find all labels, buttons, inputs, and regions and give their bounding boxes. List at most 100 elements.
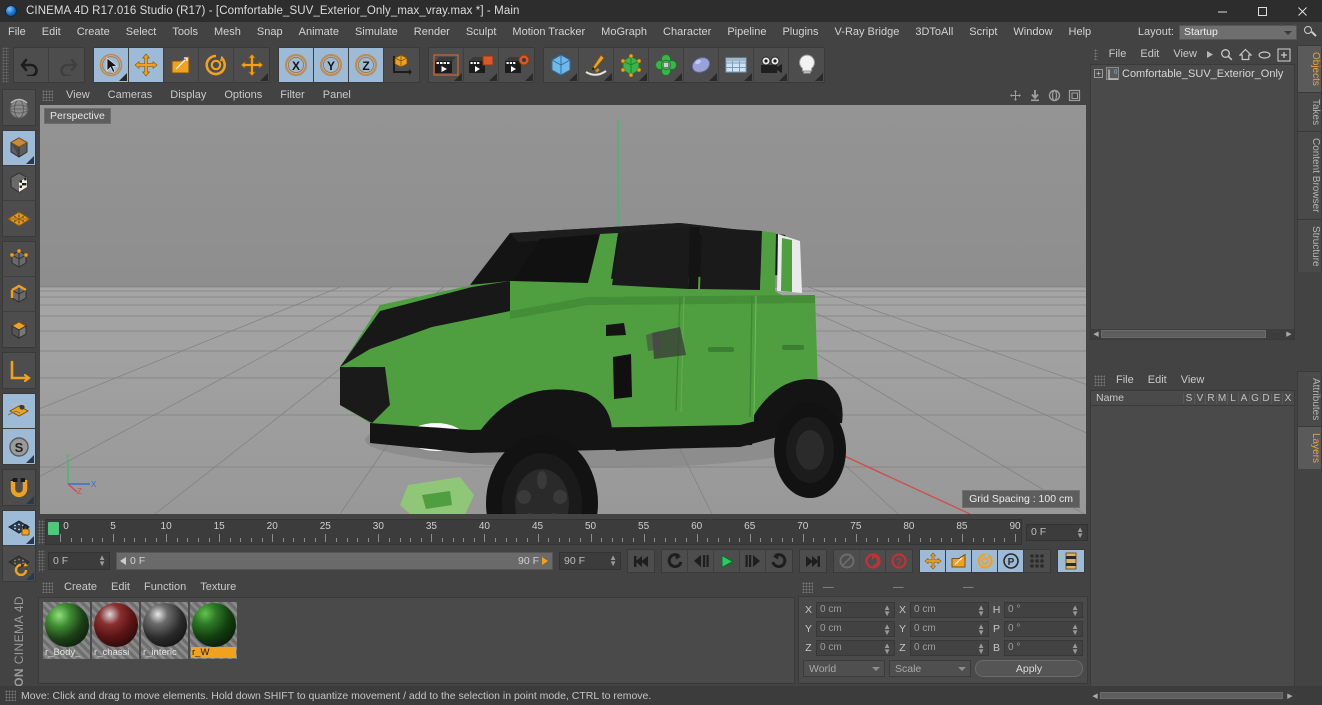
material-item[interactable]: r_interic bbox=[141, 602, 188, 659]
column-name[interactable]: Name bbox=[1091, 392, 1183, 404]
tab-structure[interactable]: Structure bbox=[1297, 218, 1322, 273]
move-axis-tool[interactable] bbox=[234, 48, 269, 82]
parameter-key-button[interactable]: P bbox=[998, 550, 1024, 572]
layers-menu-edit[interactable]: Edit bbox=[1141, 371, 1174, 390]
column-g[interactable]: G bbox=[1249, 392, 1260, 404]
bottom-right-scrollbar[interactable]: ◀ ▶ bbox=[1090, 690, 1295, 701]
scroll-left-icon[interactable]: ◀ bbox=[1090, 691, 1100, 701]
scroll-right-icon[interactable]: ▶ bbox=[1285, 691, 1295, 701]
texture-mode-button[interactable] bbox=[3, 166, 35, 201]
menu-mesh[interactable]: Mesh bbox=[206, 22, 249, 42]
spinner-icon[interactable]: ▲ ▼ bbox=[977, 641, 985, 655]
coordinate-system-toggle[interactable] bbox=[384, 48, 419, 82]
polygons-mode-button[interactable] bbox=[3, 312, 35, 347]
viewport-solo-single-button[interactable] bbox=[3, 394, 35, 429]
add-spline-button[interactable] bbox=[579, 48, 614, 82]
menu-snap[interactable]: Snap bbox=[249, 22, 291, 42]
menu-3dtoall[interactable]: 3DToAll bbox=[907, 22, 961, 42]
menu-help[interactable]: Help bbox=[1061, 22, 1100, 42]
go-to-previous-frame-button[interactable] bbox=[688, 550, 714, 572]
column-v[interactable]: V bbox=[1194, 392, 1205, 404]
menu-create[interactable]: Create bbox=[69, 22, 118, 42]
scale-tool[interactable] bbox=[164, 48, 199, 82]
render-region-button[interactable] bbox=[464, 48, 499, 82]
spinner-icon[interactable]: ▲ ▼ bbox=[883, 622, 891, 636]
spinner-icon[interactable]: ▲ ▼ bbox=[977, 622, 985, 636]
timeline-ruler[interactable]: 0 5 10 15 20 25 30 35 40 45 50 55 60 65 70 75 80 85 90 bbox=[45, 519, 1022, 545]
spinner-icon[interactable]: ▲ ▼ bbox=[609, 554, 617, 568]
position-z-input[interactable]: 0 cm ▲ ▼ bbox=[816, 639, 895, 656]
render-settings-button[interactable] bbox=[499, 48, 534, 82]
current-frame-field[interactable]: 0 F ▲ ▼ bbox=[48, 552, 110, 570]
point-level-animation-button[interactable] bbox=[1024, 550, 1050, 572]
go-to-next-frame-button[interactable] bbox=[740, 550, 766, 572]
layers-list[interactable]: Name S V R M L A G D E X bbox=[1090, 390, 1295, 703]
viewport-menu-filter[interactable]: Filter bbox=[271, 86, 313, 105]
maximize-button[interactable] bbox=[1242, 0, 1282, 22]
material-menu-edit[interactable]: Edit bbox=[104, 578, 137, 597]
apply-button[interactable]: Apply bbox=[975, 660, 1083, 677]
menu-sculpt[interactable]: Sculpt bbox=[458, 22, 505, 42]
objects-menu-view[interactable]: View bbox=[1166, 45, 1204, 64]
menu-simulate[interactable]: Simulate bbox=[347, 22, 406, 42]
coordinate-mode-dropdown[interactable]: Scale bbox=[889, 660, 971, 677]
scroll-left-icon[interactable]: ◀ bbox=[1091, 329, 1101, 339]
coordinates-grip[interactable] bbox=[802, 581, 813, 593]
objects-tree[interactable]: + 0 Comfortable_SUV_Exterior_Only ◀ ▶ bbox=[1090, 64, 1295, 340]
menu-pipeline[interactable]: Pipeline bbox=[719, 22, 774, 42]
layers-menu-view[interactable]: View bbox=[1174, 371, 1212, 390]
lock-workplane-button[interactable] bbox=[3, 511, 35, 546]
preview-range-slider[interactable]: 0 F 90 F bbox=[116, 552, 553, 570]
magnet-button[interactable] bbox=[3, 470, 35, 505]
spinner-icon[interactable]: ▲ ▼ bbox=[1071, 622, 1079, 636]
tab-attributes[interactable]: Attributes bbox=[1297, 371, 1322, 427]
go-to-end-button[interactable] bbox=[800, 550, 826, 572]
coordinate-system-dropdown[interactable]: World bbox=[803, 660, 885, 677]
rotation-h-input[interactable]: 0 ° ▲ ▼ bbox=[1004, 601, 1083, 618]
column-e[interactable]: E bbox=[1271, 392, 1282, 404]
add-deformer-button[interactable] bbox=[649, 48, 684, 82]
keyframe-selection-button[interactable]: ? bbox=[886, 550, 912, 572]
search-icon[interactable] bbox=[1220, 48, 1233, 61]
material-menu-function[interactable]: Function bbox=[137, 578, 193, 597]
material-swatch-list[interactable]: r_Body_ r_chassi r_interic r_W bbox=[38, 597, 795, 684]
column-s[interactable]: S bbox=[1183, 392, 1194, 404]
spinner-icon[interactable]: ▲ ▼ bbox=[883, 603, 891, 617]
play-button[interactable] bbox=[714, 550, 740, 572]
spinner-icon[interactable]: ▲ ▼ bbox=[977, 603, 985, 617]
viewport-menu-options[interactable]: Options bbox=[215, 86, 271, 105]
material-item[interactable]: r_W bbox=[190, 602, 237, 659]
objects-panel-grip[interactable] bbox=[1094, 49, 1098, 60]
workplane-mode-button[interactable] bbox=[3, 201, 35, 236]
column-d[interactable]: D bbox=[1260, 392, 1271, 404]
spinner-icon[interactable]: ▲ ▼ bbox=[1071, 641, 1079, 655]
close-button[interactable] bbox=[1282, 0, 1322, 22]
status-bar-grip[interactable] bbox=[5, 690, 16, 701]
range-right-arrow-icon[interactable] bbox=[542, 557, 549, 565]
rotate-tool[interactable] bbox=[199, 48, 234, 82]
scroll-right-icon[interactable]: ▶ bbox=[1284, 329, 1294, 339]
column-x[interactable]: X bbox=[1282, 392, 1293, 404]
enable-axis-button[interactable] bbox=[3, 353, 35, 388]
axis-x-toggle[interactable]: X bbox=[279, 48, 314, 82]
menu-file[interactable]: File bbox=[0, 22, 34, 42]
tab-objects[interactable]: Objects bbox=[1297, 45, 1322, 92]
expand-toggle-icon[interactable]: + bbox=[1094, 69, 1103, 78]
undo-button[interactable] bbox=[14, 48, 49, 82]
redo-button[interactable] bbox=[49, 48, 84, 82]
menu-edit[interactable]: Edit bbox=[34, 22, 69, 42]
spinner-icon[interactable]: ▲ ▼ bbox=[1076, 525, 1084, 539]
add-scene-button[interactable] bbox=[719, 48, 754, 82]
add-layer-icon[interactable] bbox=[1277, 47, 1291, 62]
maximize-icon[interactable] bbox=[1068, 89, 1081, 102]
column-l[interactable]: L bbox=[1227, 392, 1238, 404]
column-r[interactable]: R bbox=[1205, 392, 1216, 404]
add-light-button[interactable] bbox=[789, 48, 824, 82]
material-item[interactable]: r_chassi bbox=[92, 602, 139, 659]
tab-content-browser[interactable]: Content Browser bbox=[1297, 131, 1322, 219]
move-tool[interactable] bbox=[129, 48, 164, 82]
object-tree-item[interactable]: + 0 Comfortable_SUV_Exterior_Only bbox=[1091, 65, 1294, 82]
rotation-key-button[interactable] bbox=[972, 550, 998, 572]
column-m[interactable]: M bbox=[1216, 392, 1227, 404]
menu-render[interactable]: Render bbox=[406, 22, 458, 42]
